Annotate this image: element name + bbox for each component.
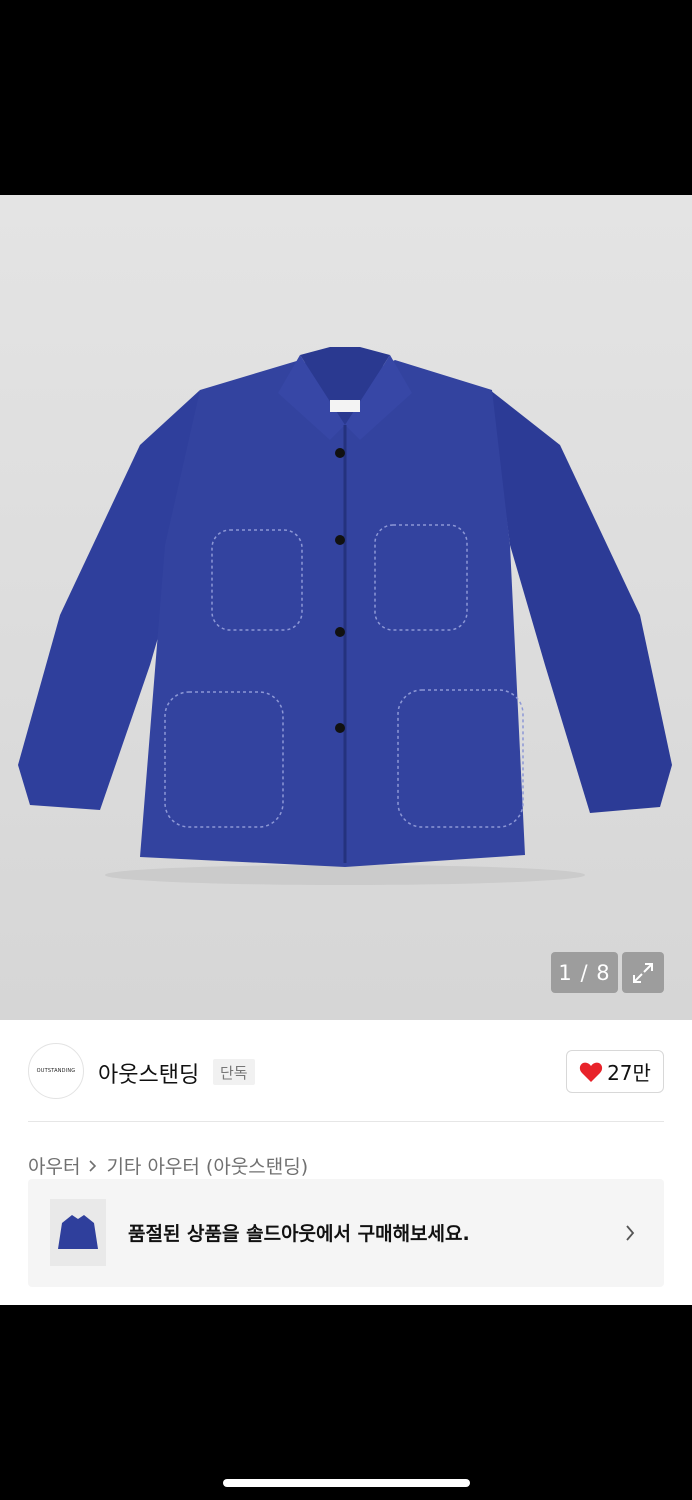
divider (28, 1121, 664, 1122)
home-indicator[interactable] (223, 1479, 470, 1487)
brand-row: OUTSTANDING 아웃스탠딩 단독 27만 (28, 1043, 664, 1101)
breadcrumb: 아우터 기타 아우터 (아웃스탠딩) (28, 1152, 308, 1179)
expand-icon (633, 962, 653, 983)
breadcrumb-category[interactable]: 아우터 (28, 1152, 80, 1179)
resell-banner[interactable]: 품절된 상품을 솔드아웃에서 구매해보세요. (28, 1179, 664, 1287)
chevron-right-icon (89, 1159, 97, 1172)
product-image-gallery[interactable] (0, 195, 692, 1020)
expand-button[interactable] (622, 952, 664, 993)
breadcrumb-subcategory[interactable]: 기타 아우터 (아웃스탠딩) (106, 1152, 308, 1179)
bottom-bar-area (0, 1305, 692, 1500)
exclusive-badge: 단독 (213, 1059, 255, 1085)
heart-icon (579, 1062, 603, 1082)
chevron-right-icon (626, 1225, 635, 1241)
like-button[interactable]: 27만 (566, 1050, 664, 1093)
resell-product-thumbnail (50, 1199, 106, 1266)
image-counter: 1 / 8 (551, 952, 618, 993)
brand-logo[interactable]: OUTSTANDING (28, 1043, 84, 1099)
like-count: 27만 (607, 1061, 651, 1085)
status-bar-area (0, 0, 692, 195)
product-image (18, 347, 672, 885)
resell-banner-text: 품절된 상품을 솔드아웃에서 구매해보세요. (128, 1223, 470, 1245)
brand-name[interactable]: 아웃스탠딩 (98, 1057, 199, 1089)
